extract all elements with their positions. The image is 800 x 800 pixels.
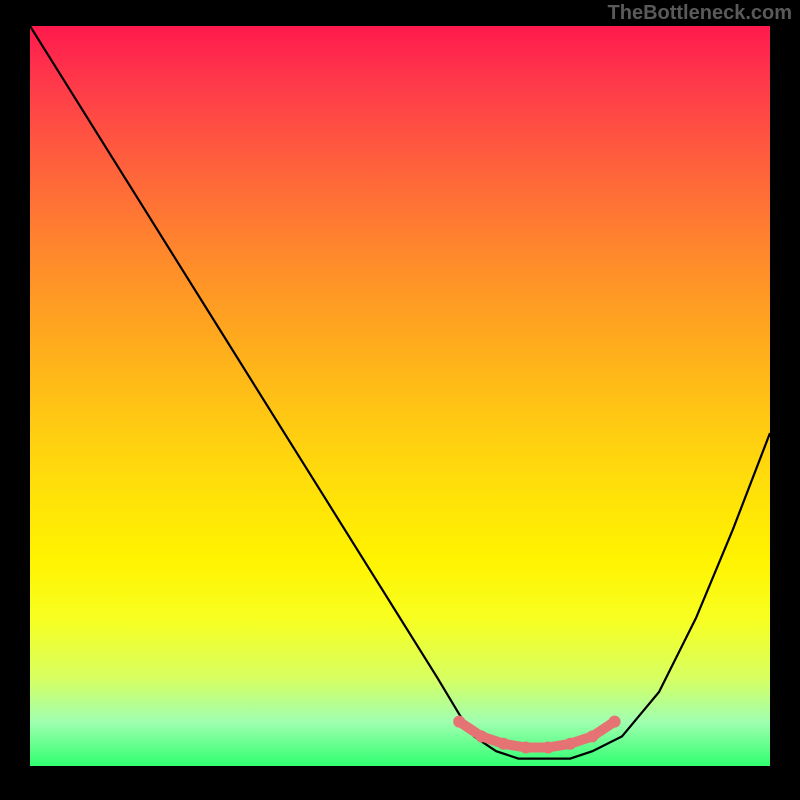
bottleneck-curve — [30, 26, 770, 759]
watermark-text: TheBottleneck.com — [608, 2, 792, 25]
chart-overlay — [30, 26, 770, 766]
optimal-zone-dots — [453, 716, 620, 754]
